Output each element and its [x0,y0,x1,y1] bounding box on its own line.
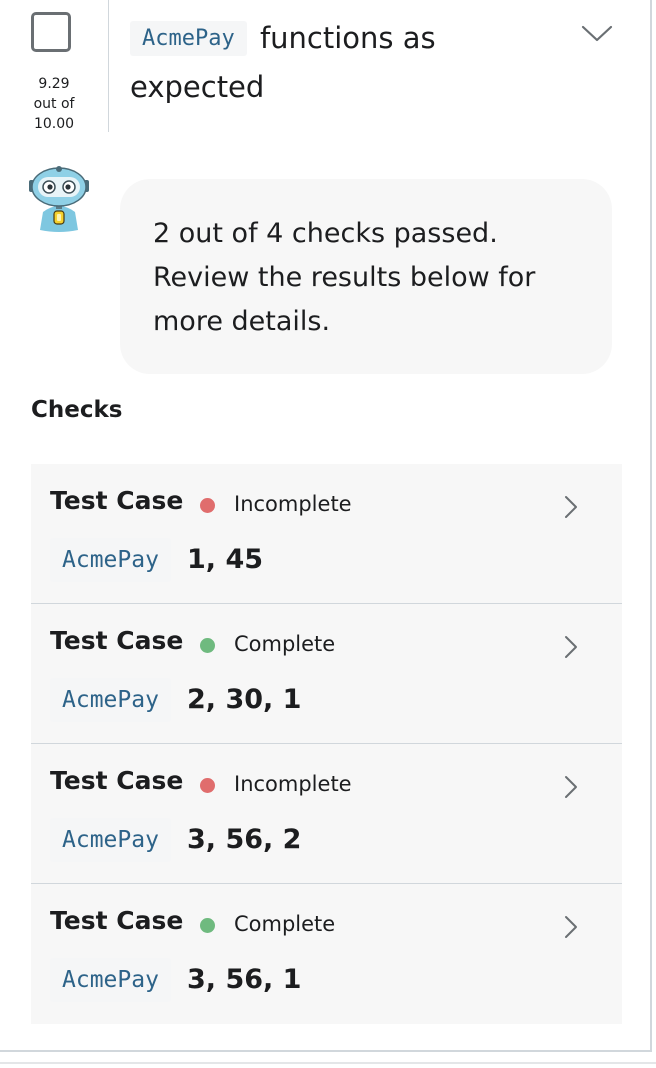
chevron-right-icon[interactable] [562,634,580,660]
check-name: Test Case [50,626,184,655]
check-title: AcmePay functions as expected [130,14,570,111]
function-code: AcmePay [50,958,171,1002]
divider [108,0,109,132]
check-name: Test Case [50,486,184,515]
score-display: 9.29 out of 10.00 [20,74,88,134]
chevron-right-icon[interactable] [562,494,580,520]
status-label: Incomplete [234,492,352,516]
assistant-message: 2 out of 4 checks passed. Review the res… [120,179,612,374]
checks-list: Test Case Incomplete AcmePay 1, 45 Test Case… [31,464,622,1024]
check-row[interactable]: Test Case Complete AcmePay 2, 30, 1 [31,604,622,744]
score-suffix: out of [33,96,75,112]
status-dot [200,918,215,933]
check-name: Test Case [50,766,184,795]
test-arguments: 3, 56, 2 [187,824,302,855]
test-arguments: 2, 30, 1 [187,684,302,715]
score-value: 9.29 [38,76,70,92]
chevron-down-icon[interactable] [580,22,614,44]
check-result-card: 9.29 out of 10.00 AcmePay functions as e… [0,0,652,1052]
test-arguments: 1, 45 [187,544,264,575]
check-row[interactable]: Test Case Incomplete AcmePay 3, 56, 2 [31,744,622,884]
chevron-right-icon[interactable] [562,774,580,800]
bottom-divider [0,1062,656,1064]
title-code: AcmePay [130,21,247,56]
status-dot [200,498,215,513]
check-name: Test Case [50,906,184,935]
function-code: AcmePay [50,678,171,722]
status-dot [200,638,215,653]
status-label: Complete [234,632,336,656]
status-label: Incomplete [234,772,352,796]
checks-heading: Checks [31,397,123,423]
select-checkbox[interactable] [31,12,71,52]
score-max: 10.00 [33,116,75,132]
function-code: AcmePay [50,538,171,582]
status-dot [200,778,215,793]
check-row[interactable]: Test Case Complete AcmePay 3, 56, 1 [31,884,622,1024]
status-label: Complete [234,912,336,936]
chevron-right-icon[interactable] [562,914,580,940]
robot-avatar-icon [29,166,89,232]
test-arguments: 3, 56, 1 [187,964,302,995]
check-row[interactable]: Test Case Incomplete AcmePay 1, 45 [31,464,622,604]
function-code: AcmePay [50,818,171,862]
